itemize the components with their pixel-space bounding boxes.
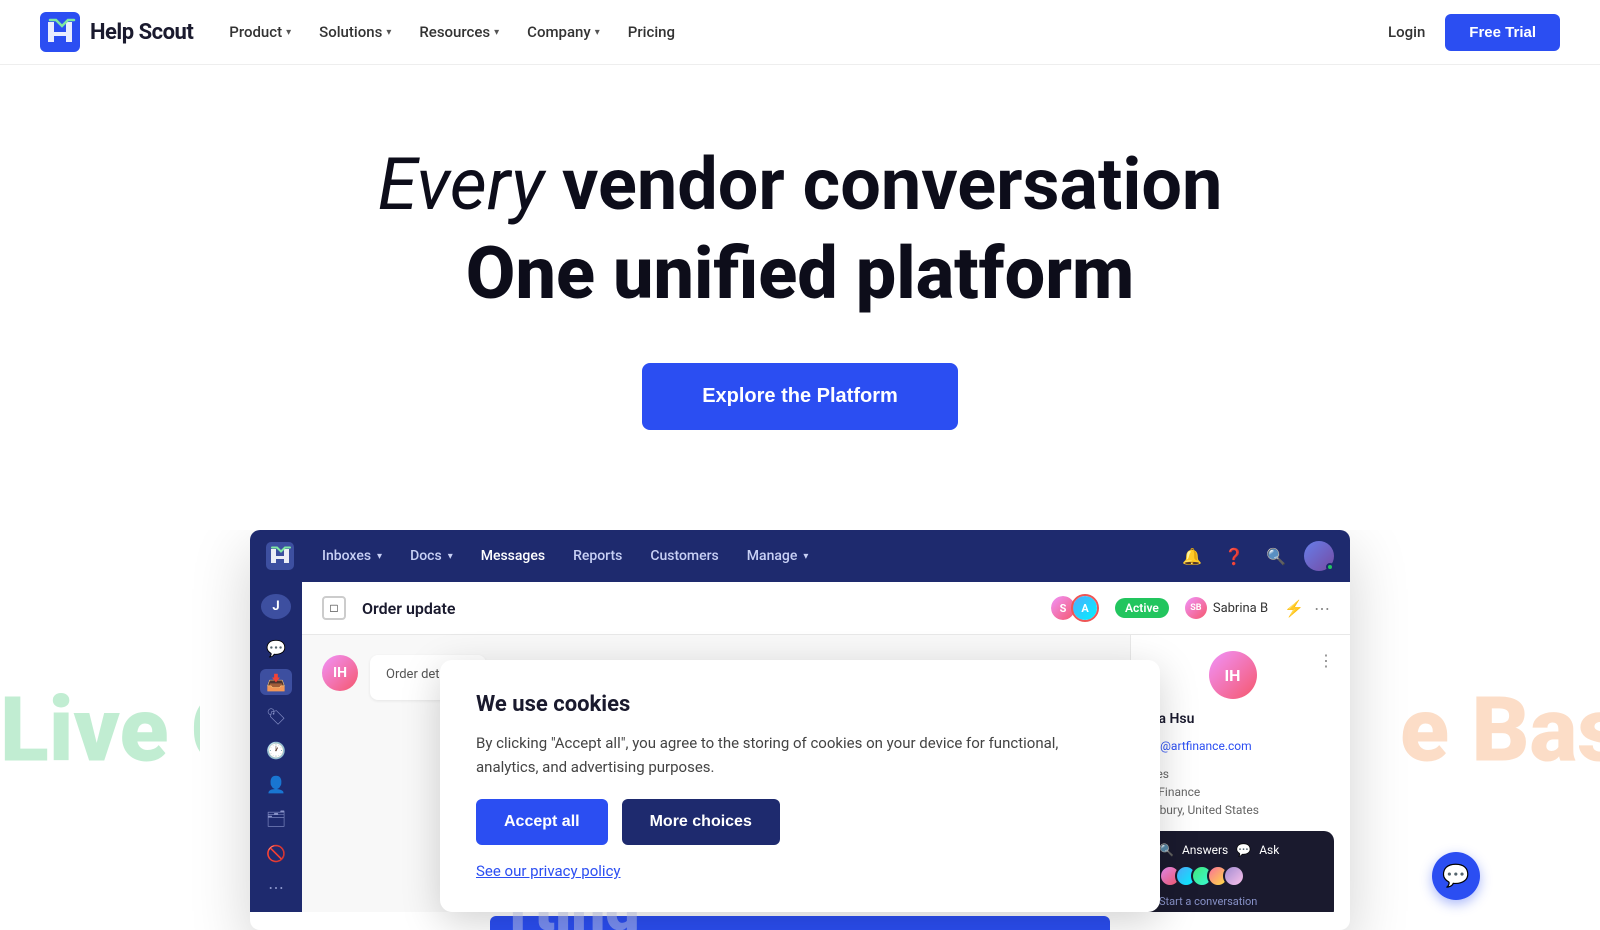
panel-email[interactable]: na@artfinance.com bbox=[1147, 739, 1334, 753]
sidebar-icon-person[interactable]: 👤 bbox=[260, 772, 292, 798]
chat-widget: 🔍 Answers 💬 Ask bbox=[1147, 831, 1334, 912]
panel-header: IH ⋮ bbox=[1147, 651, 1334, 699]
free-trial-button[interactable]: Free Trial bbox=[1445, 14, 1560, 51]
navbar-left: Help Scout Product ▾ Solutions ▾ Resourc… bbox=[40, 12, 675, 52]
hero-title-line2: One unified platform bbox=[40, 234, 1560, 313]
right-panel: IH ⋮ ina Hsu na@artfinance.com ales rt F… bbox=[1130, 635, 1350, 912]
sidebar-icon-block[interactable]: 🚫 bbox=[260, 840, 292, 866]
bottom-bar-text: rting bbox=[490, 916, 1110, 930]
lightning-icon[interactable]: ⚡ bbox=[1284, 599, 1304, 618]
widget-avatar-5 bbox=[1223, 865, 1245, 887]
nav-item-pricing[interactable]: Pricing bbox=[628, 23, 675, 41]
sidebar-icon-archive[interactable]: 🗂 bbox=[260, 806, 292, 832]
ask-icon: 💬 bbox=[1236, 843, 1251, 857]
app-nav-messages[interactable]: Messages bbox=[469, 542, 557, 570]
nav-item-company[interactable]: Company ▾ bbox=[527, 23, 600, 41]
app-nav-customers[interactable]: Customers bbox=[638, 542, 730, 570]
app-nav-manage[interactable]: Manage ▾ bbox=[735, 542, 821, 570]
explore-platform-button[interactable]: Explore the Platform bbox=[642, 363, 958, 430]
helpscout-logo-icon bbox=[40, 12, 80, 52]
assignee-name: Sabrina B bbox=[1213, 601, 1268, 616]
sidebar-icon-inbox[interactable]: 📥 bbox=[260, 669, 292, 695]
assignee-info: SB Sabrina B bbox=[1185, 597, 1268, 619]
app-sidebar: J 💬 📥 🏷 🕐 👤 🗂 🚫 ⋯ bbox=[250, 582, 302, 912]
more-options-icon[interactable]: ⋯ bbox=[1314, 599, 1330, 618]
sidebar-user-avatar[interactable]: J bbox=[261, 594, 291, 619]
assignee-avatar: SB bbox=[1185, 597, 1207, 619]
message-avatar: IH bbox=[322, 655, 358, 691]
app-topbar-icons: 🔔 ❓ 🔍 bbox=[1178, 541, 1334, 571]
search-icon[interactable]: 🔍 bbox=[1262, 542, 1290, 570]
checkbox-icon[interactable]: □ bbox=[322, 596, 346, 620]
chat-bubble-button[interactable]: 💬 bbox=[1432, 852, 1480, 900]
login-link[interactable]: Login bbox=[1388, 23, 1425, 41]
side-label-left: Live C bbox=[0, 678, 200, 783]
privacy-policy-link[interactable]: See our privacy policy bbox=[476, 862, 621, 880]
nav-item-resources[interactable]: Resources ▾ bbox=[419, 23, 499, 41]
answers-icon: 🔍 bbox=[1159, 843, 1174, 857]
start-conversation-text: Start a conversation bbox=[1159, 895, 1322, 908]
panel-name: ina Hsu bbox=[1147, 711, 1334, 727]
more-choices-button[interactable]: More choices bbox=[622, 799, 780, 845]
navbar: Help Scout Product ▾ Solutions ▾ Resourc… bbox=[0, 0, 1600, 65]
app-nav: Inboxes ▾ Docs ▾ Messages Reports Custom… bbox=[310, 542, 1162, 570]
cookie-title: We use cookies bbox=[476, 692, 1124, 717]
nav-links: Product ▾ Solutions ▾ Resources ▾ Compan… bbox=[229, 23, 675, 41]
hero-section: Every vendor conversation One unified pl… bbox=[0, 65, 1600, 490]
panel-detail: ales rt Finance uxbury, United States bbox=[1147, 765, 1334, 819]
app-nav-inboxes[interactable]: Inboxes ▾ bbox=[310, 542, 394, 570]
chat-widget-avatars bbox=[1159, 865, 1322, 887]
conversation-header: □ Order update S A Active SB Sabrina B bbox=[302, 582, 1350, 635]
conv-avatar-2: A bbox=[1071, 594, 1099, 622]
app-preview-wrapper: Live C e Base Inboxes ▾ Docs ▾ Messages … bbox=[0, 530, 1600, 930]
cookie-actions: Accept all More choices bbox=[476, 799, 1124, 845]
conversation-title: Order update bbox=[362, 599, 1033, 618]
logo-text: Help Scout bbox=[90, 20, 193, 45]
panel-avatar: IH bbox=[1209, 651, 1257, 699]
app-nav-docs[interactable]: Docs ▾ bbox=[398, 542, 465, 570]
conversation-actions: ⚡ ⋯ bbox=[1284, 599, 1330, 618]
logo-link[interactable]: Help Scout bbox=[40, 12, 193, 52]
app-topbar: Inboxes ▾ Docs ▾ Messages Reports Custom… bbox=[250, 530, 1350, 582]
cookie-body: By clicking "Accept all", you agree to t… bbox=[476, 731, 1124, 779]
notification-icon[interactable]: 🔔 bbox=[1178, 542, 1206, 570]
nav-item-product[interactable]: Product ▾ bbox=[229, 23, 291, 41]
panel-more-icon[interactable]: ⋮ bbox=[1318, 651, 1334, 670]
chat-widget-header: 🔍 Answers 💬 Ask bbox=[1159, 843, 1322, 857]
sidebar-icon-more[interactable]: ⋯ bbox=[260, 874, 292, 900]
app-logo-icon bbox=[266, 542, 294, 570]
app-nav-reports[interactable]: Reports bbox=[561, 542, 634, 570]
active-badge: Active bbox=[1115, 598, 1169, 618]
sidebar-icon-tag[interactable]: 🏷 bbox=[260, 703, 292, 729]
side-label-right: e Base bbox=[1400, 678, 1600, 783]
cookie-banner: We use cookies By clicking "Accept all",… bbox=[440, 660, 1160, 912]
hero-title-line1: Every vendor conversation bbox=[40, 145, 1560, 224]
user-avatar[interactable] bbox=[1304, 541, 1334, 571]
help-icon[interactable]: ❓ bbox=[1220, 542, 1248, 570]
conversation-avatars: S A bbox=[1049, 594, 1099, 622]
accept-all-button[interactable]: Accept all bbox=[476, 799, 608, 845]
nav-item-solutions[interactable]: Solutions ▾ bbox=[319, 23, 391, 41]
navbar-right: Login Free Trial bbox=[1388, 14, 1560, 51]
sidebar-icon-chat[interactable]: 💬 bbox=[260, 635, 292, 661]
sidebar-icon-clock[interactable]: 🕐 bbox=[260, 737, 292, 763]
